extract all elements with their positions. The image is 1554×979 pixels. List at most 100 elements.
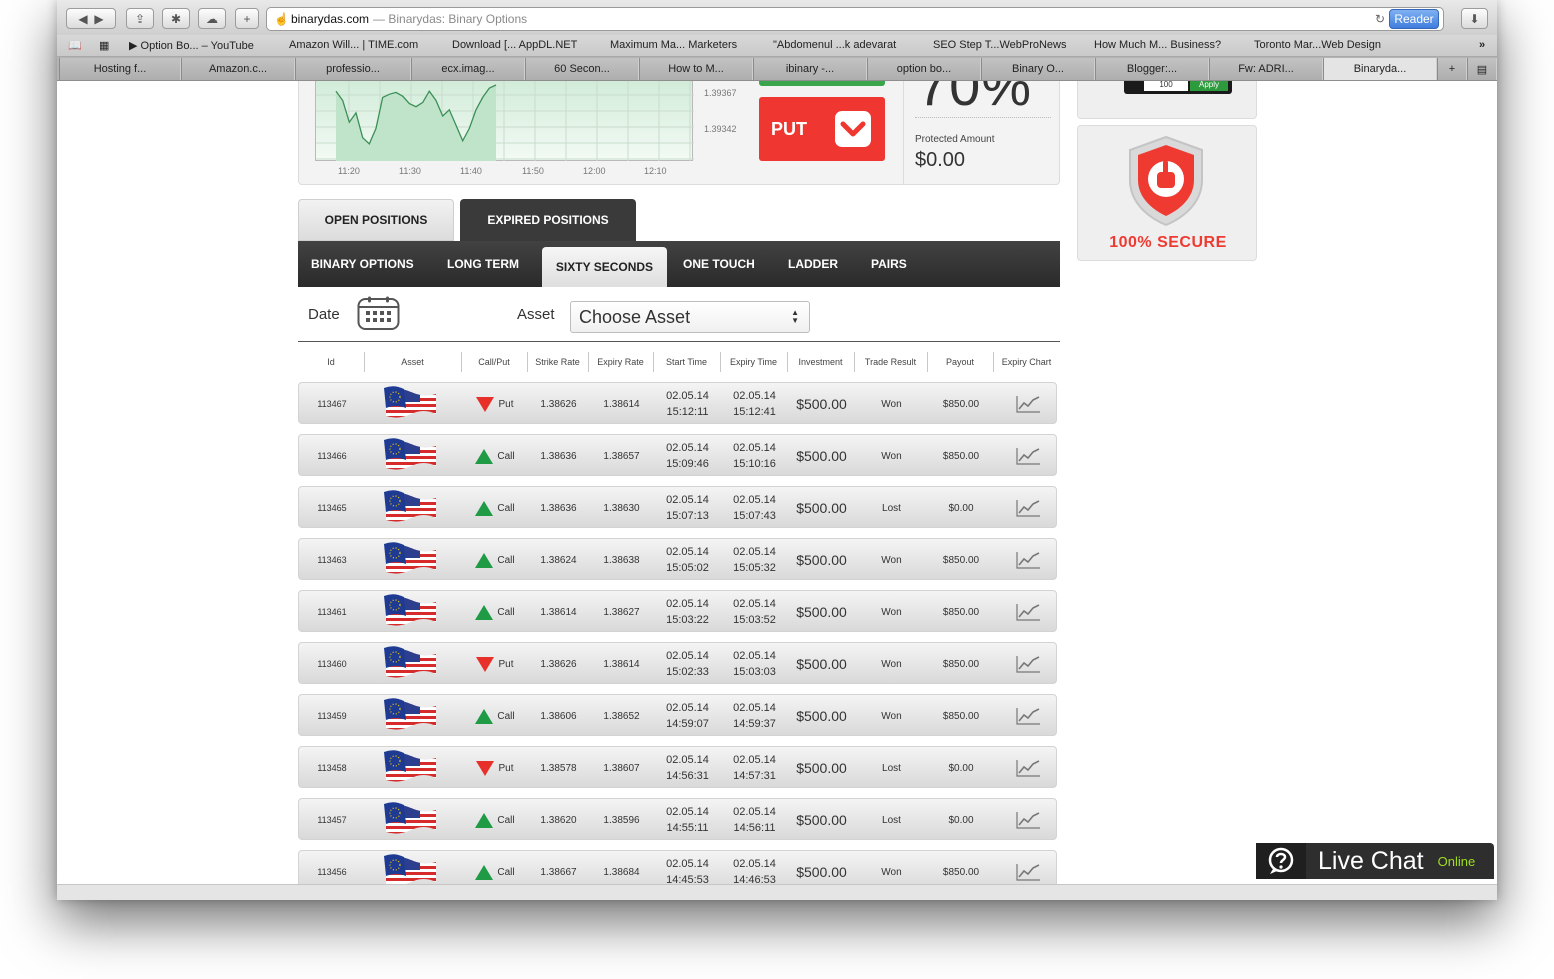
browser-tab-active[interactable]: Binaryda... (1323, 58, 1437, 80)
url-text: binarydas.com (291, 12, 370, 26)
direction-label: Put (498, 762, 514, 774)
browser-tab[interactable]: ibinary -... (753, 58, 867, 80)
horizontal-scrollbar[interactable] (57, 884, 1497, 900)
expiry-chart-icon[interactable] (994, 851, 1061, 884)
table-row[interactable]: 113459 Call 1.38606 1.38652 02.05.14 14:59:07… (298, 694, 1057, 736)
browser-tab[interactable]: Binary O... (981, 58, 1095, 80)
divider (298, 341, 1060, 342)
browser-tab[interactable]: Blogger:... (1095, 58, 1209, 80)
tab-expired-positions[interactable]: EXPIRED POSITIONS (460, 199, 636, 241)
live-chat-status: Online (1437, 853, 1476, 869)
table-row[interactable]: 113460 Put 1.38626 1.38614 02.05.14 15:02:33 0… (298, 642, 1057, 684)
column-header: Call/Put (478, 357, 510, 367)
live-chat-widget[interactable]: Live Chat Online (1256, 843, 1494, 879)
divider (915, 117, 1051, 118)
bookmark-item[interactable]: "Abdomenul ...k adevarat (773, 39, 896, 51)
trade-result: Lost (882, 814, 901, 826)
top-sites-icon[interactable]: ▦ (99, 39, 109, 52)
reader-button[interactable]: Reader (1389, 9, 1439, 29)
browser-tab[interactable]: Hosting f... (59, 58, 181, 80)
expiry-chart-icon[interactable] (994, 695, 1061, 737)
new-tab-plus-icon[interactable]: + (1437, 58, 1467, 80)
start-time: 02.05.14 15:12:11 (654, 383, 721, 425)
tab-overview-icon[interactable]: ▤ (1467, 58, 1497, 80)
more-bookmarks-icon[interactable]: » (1479, 39, 1485, 51)
asset-select[interactable]: Choose Asset ▲ ▼ (570, 301, 810, 333)
expiry-date-text: 02.05.14 (733, 494, 776, 506)
browser-tab[interactable]: Fw: ADRI... (1209, 58, 1323, 80)
apply-amount-input[interactable]: 100 (1144, 81, 1188, 91)
expiry-date-text: 02.05.14 (733, 598, 776, 610)
address-bar[interactable]: ☝ binarydas.com — Binarydas: Binary Opti… (266, 7, 1444, 31)
expiry-chart-icon[interactable] (994, 747, 1061, 789)
browser-tab[interactable]: ecx.imag... (411, 58, 525, 80)
browser-tab[interactable]: How to M... (639, 58, 753, 80)
table-row[interactable]: 113467 Put 1.38626 1.38614 02.05.14 15:12:11 0… (298, 382, 1057, 424)
expiry-chart-icon[interactable] (994, 539, 1061, 581)
subtab-pairs[interactable]: PAIRS (871, 241, 907, 287)
put-arrow-down-icon (476, 396, 495, 412)
investment: $500.00 (796, 708, 847, 724)
table-row[interactable]: 113457 Call 1.38620 1.38596 02.05.14 14:55:11… (298, 798, 1057, 840)
reading-list-icon[interactable]: 📖 (68, 39, 82, 52)
subtab-sixty-seconds[interactable]: SIXTY SECONDS (542, 247, 667, 287)
browser-tab[interactable]: Amazon.c... (181, 58, 295, 80)
strike-rate: 1.38636 (540, 450, 577, 462)
call-arrow-up-icon (475, 604, 494, 620)
investment: $500.00 (796, 500, 847, 516)
table-row[interactable]: 113461 Call 1.38614 1.38627 02.05.14 15:03:22… (298, 590, 1057, 632)
downloads-button[interactable]: ⬇ (1461, 8, 1488, 29)
protected-amount-value: $0.00 (915, 149, 966, 171)
share-button[interactable]: ⇪ (126, 8, 154, 29)
expiry-chart-icon[interactable] (994, 799, 1061, 841)
investment: $500.00 (796, 552, 847, 568)
back-forward-buttons[interactable]: ◀ ▶ (66, 8, 116, 29)
expiry-rate: 1.38614 (603, 398, 640, 410)
start-time-text: 14:55:11 (666, 822, 709, 834)
expiry-chart-icon[interactable] (994, 435, 1061, 477)
bookmark-item[interactable]: Amazon Will... | TIME.com (289, 39, 418, 51)
direction-label: Call (497, 814, 515, 826)
bookmark-item[interactable]: Toronto Mar...Web Design (1254, 39, 1381, 51)
expiry-chart-icon[interactable] (994, 487, 1061, 529)
column-header: Trade Result (864, 357, 917, 367)
call-button[interactable] (759, 81, 885, 86)
back-icon[interactable]: ◀ (78, 12, 87, 26)
browser-tab[interactable]: professio... (295, 58, 411, 80)
new-tab-button[interactable]: + (235, 8, 259, 29)
column-separator (787, 352, 788, 372)
bookmark-item[interactable]: Maximum Ma... Marketers (610, 39, 737, 51)
put-button[interactable]: PUT (759, 97, 885, 161)
subtab-one-touch[interactable]: ONE TOUCH (683, 241, 755, 287)
table-row[interactable]: 113463 Call 1.38624 1.38638 02.05.14 15:05:02… (298, 538, 1057, 580)
expiry-chart-icon[interactable] (994, 591, 1061, 633)
apply-button[interactable]: Apply (1190, 81, 1228, 91)
investment: $500.00 (796, 396, 847, 412)
expiry-chart-icon[interactable] (994, 643, 1061, 685)
start-time: 02.05.14 15:07:13 (654, 487, 721, 529)
bookmark-item[interactable]: ▶ Option Bo... – YouTube (129, 39, 254, 52)
table-row[interactable]: 113465 Call 1.38636 1.38630 02.05.14 15:07:13… (298, 486, 1057, 528)
bookmark-item[interactable]: How Much M... Business? (1094, 39, 1221, 51)
calendar-icon[interactable] (357, 296, 400, 331)
bug-button[interactable]: ✱ (162, 8, 190, 29)
start-time-text: 14:45:53 (666, 874, 709, 884)
browser-tab[interactable]: 60 Secon... (525, 58, 639, 80)
table-row[interactable]: 113466 Call 1.38636 1.38657 02.05.14 15:09:46… (298, 434, 1057, 476)
investment: $500.00 (796, 604, 847, 620)
start-date-text: 02.05.14 (666, 650, 709, 662)
table-row[interactable]: 113456 Call 1.38667 1.38684 02.05.14 14:45:53… (298, 850, 1057, 884)
browser-tab[interactable]: option bo... (867, 58, 981, 80)
icloud-button[interactable]: ☁ (198, 8, 226, 29)
forward-icon[interactable]: ▶ (94, 12, 103, 26)
reload-icon[interactable]: ↻ (1375, 12, 1385, 26)
subtab-ladder[interactable]: LADDER (788, 241, 838, 287)
table-row[interactable]: 113458 Put 1.38578 1.38607 02.05.14 14:56:31 0… (298, 746, 1057, 788)
subtab-long-term[interactable]: LONG TERM (447, 241, 519, 287)
bookmark-item[interactable]: Download [... AppDL.NET (452, 39, 577, 51)
bookmark-item[interactable]: SEO Step T...WebProNews (933, 39, 1066, 51)
tab-open-positions[interactable]: OPEN POSITIONS (298, 199, 454, 241)
trade-result: Won (881, 398, 902, 410)
subtab-binary-options[interactable]: BINARY OPTIONS (311, 241, 414, 287)
expiry-chart-icon[interactable] (994, 383, 1061, 425)
